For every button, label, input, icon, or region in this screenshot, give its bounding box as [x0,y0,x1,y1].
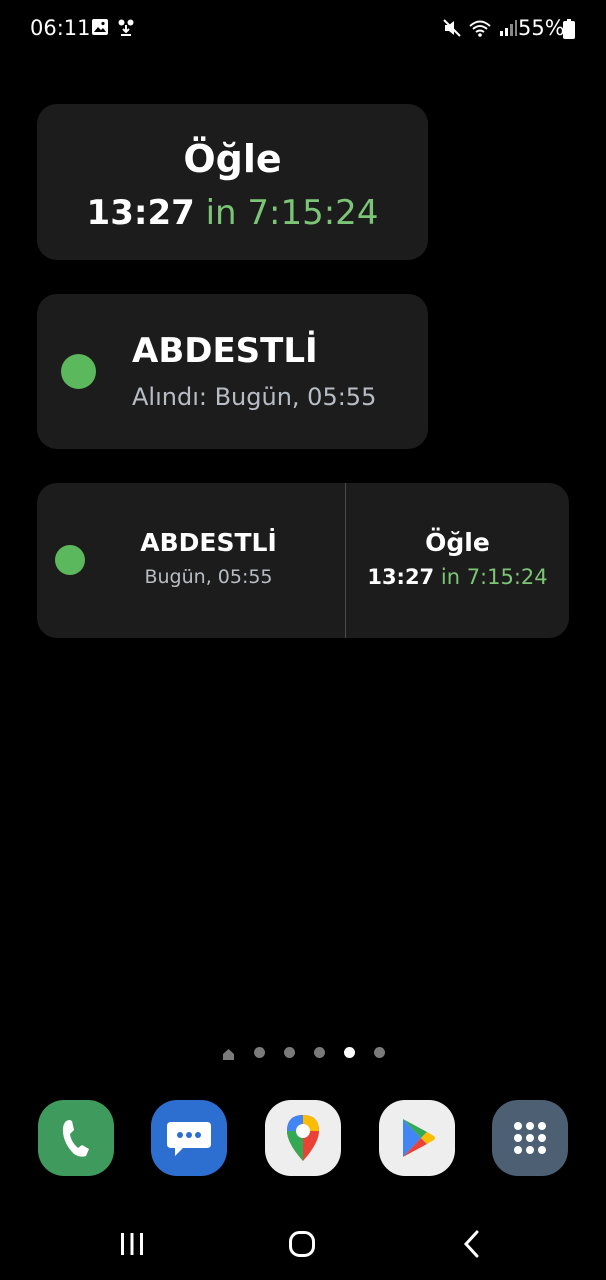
status-bar: 06:11 55% [0,0,606,56]
back-icon[interactable] [452,1226,492,1262]
combined-abdest-subtitle: Bugün, 05:55 [144,566,273,588]
prayer-countdown: in 7:15:24 [205,193,379,233]
play-store-icon[interactable] [379,1100,455,1176]
page-dot-active[interactable] [343,1046,355,1058]
app-dock [0,1100,606,1176]
page-dot[interactable] [373,1046,385,1058]
prayer-time: 13:27 [86,193,195,233]
maps-icon[interactable] [265,1100,341,1176]
abdest-status-dot [61,354,96,389]
combined-prayer-section: Öğle 13:27 in 7:15:24 [346,527,569,591]
home-icon[interactable] [282,1226,322,1262]
navigation-bar [0,1212,606,1276]
combined-prayer-name: Öğle [425,528,490,557]
status-time: 06:11 [30,16,91,40]
page-dot[interactable] [253,1046,265,1058]
signal-icon [498,18,518,42]
abdest-widget[interactable]: ABDESTLİ Alındı: Bugün, 05:55 [37,294,428,449]
mute-icon [442,18,462,42]
combined-prayer-time: 13:27 [367,565,435,589]
status-left-icons [91,18,135,40]
page-dot[interactable] [313,1046,325,1058]
wifi-icon [468,18,492,42]
gallery-icon [91,18,109,40]
phone-icon[interactable] [38,1100,114,1176]
page-indicator[interactable] [0,1044,606,1060]
page-dot[interactable] [283,1046,295,1058]
recents-icon[interactable] [112,1226,152,1262]
prayer-name: Öğle [183,137,282,181]
prayer-time-row: 13:27 in 7:15:24 [37,192,428,234]
status-right-icons [442,18,518,42]
combined-abdest-title: ABDESTLİ [140,528,277,557]
combined-prayer-countdown: in 7:15:24 [440,565,548,589]
combined-abdest-section: ABDESTLİ Bugün, 05:55 [97,527,320,589]
combined-widget[interactable]: ABDESTLİ Bugün, 05:55 Öğle 13:27 in 7:15… [37,483,569,638]
abdest-title: ABDESTLİ [132,331,318,371]
battery-percentage: 55% [518,16,565,40]
combined-prayer-time-row: 13:27 in 7:15:24 [346,563,569,591]
app-drawer-icon[interactable] [492,1100,568,1176]
messages-icon[interactable] [151,1100,227,1176]
home-page-indicator-icon[interactable] [222,1046,235,1060]
abdest-status-dot [55,545,85,575]
prayer-time-widget[interactable]: Öğle 13:27 in 7:15:24 [37,104,428,260]
download-icon [117,18,135,40]
battery-icon [563,19,575,43]
abdest-subtitle: Alındı: Bugün, 05:55 [132,383,377,411]
